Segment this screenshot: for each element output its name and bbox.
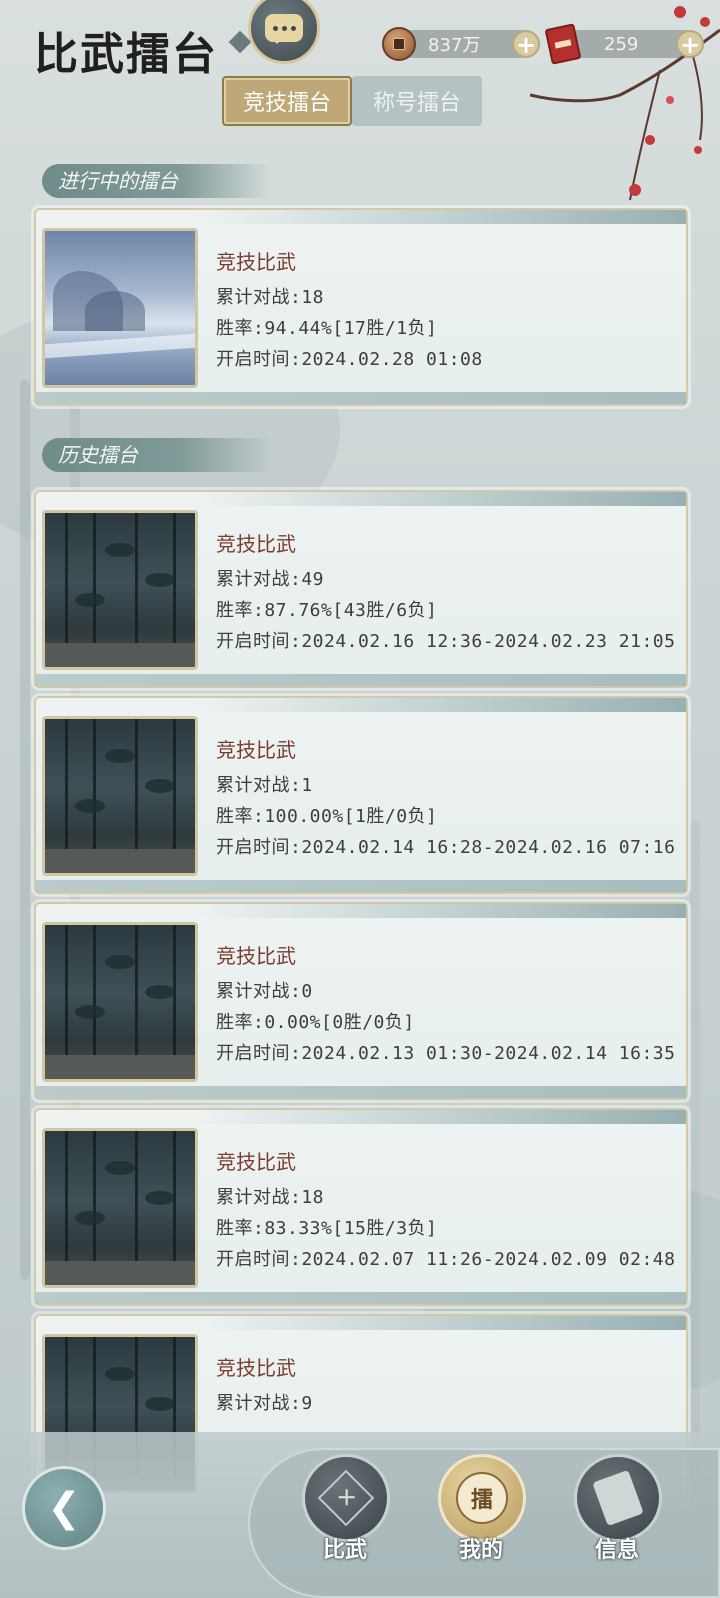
- battle-count: 累计对战:0: [216, 981, 313, 1002]
- nav-biwu-button[interactable]: ✕: [302, 1454, 390, 1542]
- battle-count: 累计对战:18: [216, 287, 325, 308]
- tab-arena-competitive[interactable]: 竞技擂台: [222, 76, 352, 126]
- section-ongoing-label: 进行中的擂台: [42, 164, 272, 198]
- battle-count: 累计对战:9: [216, 1393, 313, 1414]
- lake-landscape-image: [42, 228, 198, 388]
- win-rate: 胜率:0.00%[0胜/0负]: [216, 1012, 415, 1033]
- win-rate: 胜率:87.76%[43胜/6负]: [216, 600, 438, 621]
- chat-bubble-icon: [265, 14, 303, 44]
- crossed-swords-icon: ✕: [317, 1469, 375, 1527]
- nav-biwu-label: 比武: [322, 1537, 367, 1563]
- page-title: 比武擂台: [34, 29, 218, 80]
- arena-name: 竞技比武: [216, 944, 296, 968]
- card-info: 竞技比武 累计对战:9: [216, 1352, 313, 1419]
- ticket-amount: 259: [604, 33, 639, 55]
- chat-button[interactable]: [248, 0, 320, 64]
- add-tickets-button[interactable]: +: [676, 30, 704, 58]
- arena-name: 竞技比武: [216, 1356, 296, 1380]
- arena-name: 竞技比武: [216, 738, 296, 762]
- history-arena-card[interactable]: 竞技比武 累计对战:1 胜率:100.00%[1胜/0负] 开启时间:2024.…: [34, 696, 688, 894]
- nav-xinxi-label: 信息: [594, 1537, 639, 1563]
- bamboo-forest-image: [42, 510, 198, 670]
- open-time: 开启时间:2024.02.13 01:30-2024.02.14 16:35: [216, 1043, 676, 1064]
- back-button[interactable]: ❮: [22, 1466, 106, 1550]
- nav-xinxi-button[interactable]: [574, 1454, 662, 1542]
- open-time: 开启时间:2024.02.14 16:28-2024.02.16 07:16: [216, 837, 676, 858]
- win-rate: 胜率:100.00%[1胜/0负]: [216, 806, 438, 827]
- ongoing-arena-card[interactable]: 竞技比武 累计对战:18 胜率:94.44%[17胜/1负] 开启时间:2024…: [34, 208, 688, 406]
- copper-coin-icon: [382, 27, 416, 61]
- battle-count: 累计对战:49: [216, 569, 325, 590]
- win-rate: 胜率:94.44%[17胜/1负]: [216, 318, 438, 339]
- card-info: 竞技比武 累计对战:0 胜率:0.00%[0胜/0负] 开启时间:2024.02…: [216, 940, 675, 1069]
- bottom-navigation: ❮ ✕ 比武 擂 我的 信息: [0, 1432, 720, 1598]
- history-arena-card[interactable]: 竞技比武 累计对战:0 胜率:0.00%[0胜/0负] 开启时间:2024.02…: [34, 902, 688, 1100]
- card-info: 竞技比武 累计对战:49 胜率:87.76%[43胜/6负] 开启时间:2024…: [216, 528, 675, 657]
- history-arena-card[interactable]: 竞技比武 累计对战:49 胜率:87.76%[43胜/6负] 开启时间:2024…: [34, 490, 688, 688]
- arena-seal-icon: 擂: [456, 1472, 508, 1524]
- open-time: 开启时间:2024.02.16 12:36-2024.02.23 21:05: [216, 631, 676, 652]
- win-rate: 胜率:83.33%[15胜/3负]: [216, 1218, 438, 1239]
- open-time: 开启时间:2024.02.07 11:26-2024.02.09 02:48: [216, 1249, 676, 1270]
- arena-name: 竞技比武: [216, 1150, 296, 1174]
- arena-name: 竞技比武: [216, 250, 296, 274]
- scroll-icon: [592, 1469, 644, 1527]
- card-info: 竞技比武 累计对战:18 胜率:83.33%[15胜/3负] 开启时间:2024…: [216, 1146, 675, 1275]
- nav-wode-label: 我的: [458, 1537, 503, 1563]
- open-time: 开启时间:2024.02.28 01:08: [216, 349, 483, 370]
- card-info: 竞技比武 累计对战:1 胜率:100.00%[1胜/0负] 开启时间:2024.…: [216, 734, 675, 863]
- coin-amount: 837万: [428, 35, 481, 56]
- add-coins-button[interactable]: +: [512, 30, 540, 58]
- nav-wode-button[interactable]: 擂: [438, 1454, 526, 1542]
- card-info: 竞技比武 累计对战:18 胜率:94.44%[17胜/1负] 开启时间:2024…: [216, 246, 483, 375]
- history-arena-card[interactable]: 竞技比武 累计对战:18 胜率:83.33%[15胜/3负] 开启时间:2024…: [34, 1108, 688, 1306]
- bamboo-forest-image: [42, 922, 198, 1082]
- arena-name: 竞技比武: [216, 532, 296, 556]
- battle-count: 累计对战:1: [216, 775, 313, 796]
- coin-counter: 837万 +: [382, 27, 540, 61]
- bamboo-forest-image: [42, 1128, 198, 1288]
- tab-arena-title[interactable]: 称号擂台: [352, 76, 482, 126]
- header: 比武擂台 837万 + 259 + 竞技擂台 称号擂台: [0, 0, 720, 201]
- back-arrow-icon: ❮: [47, 1485, 81, 1531]
- section-history-label: 历史擂台: [42, 438, 272, 472]
- bamboo-forest-image: [42, 716, 198, 876]
- battle-count: 累计对战:18: [216, 1187, 325, 1208]
- tab-bar: 竞技擂台 称号擂台: [222, 76, 482, 126]
